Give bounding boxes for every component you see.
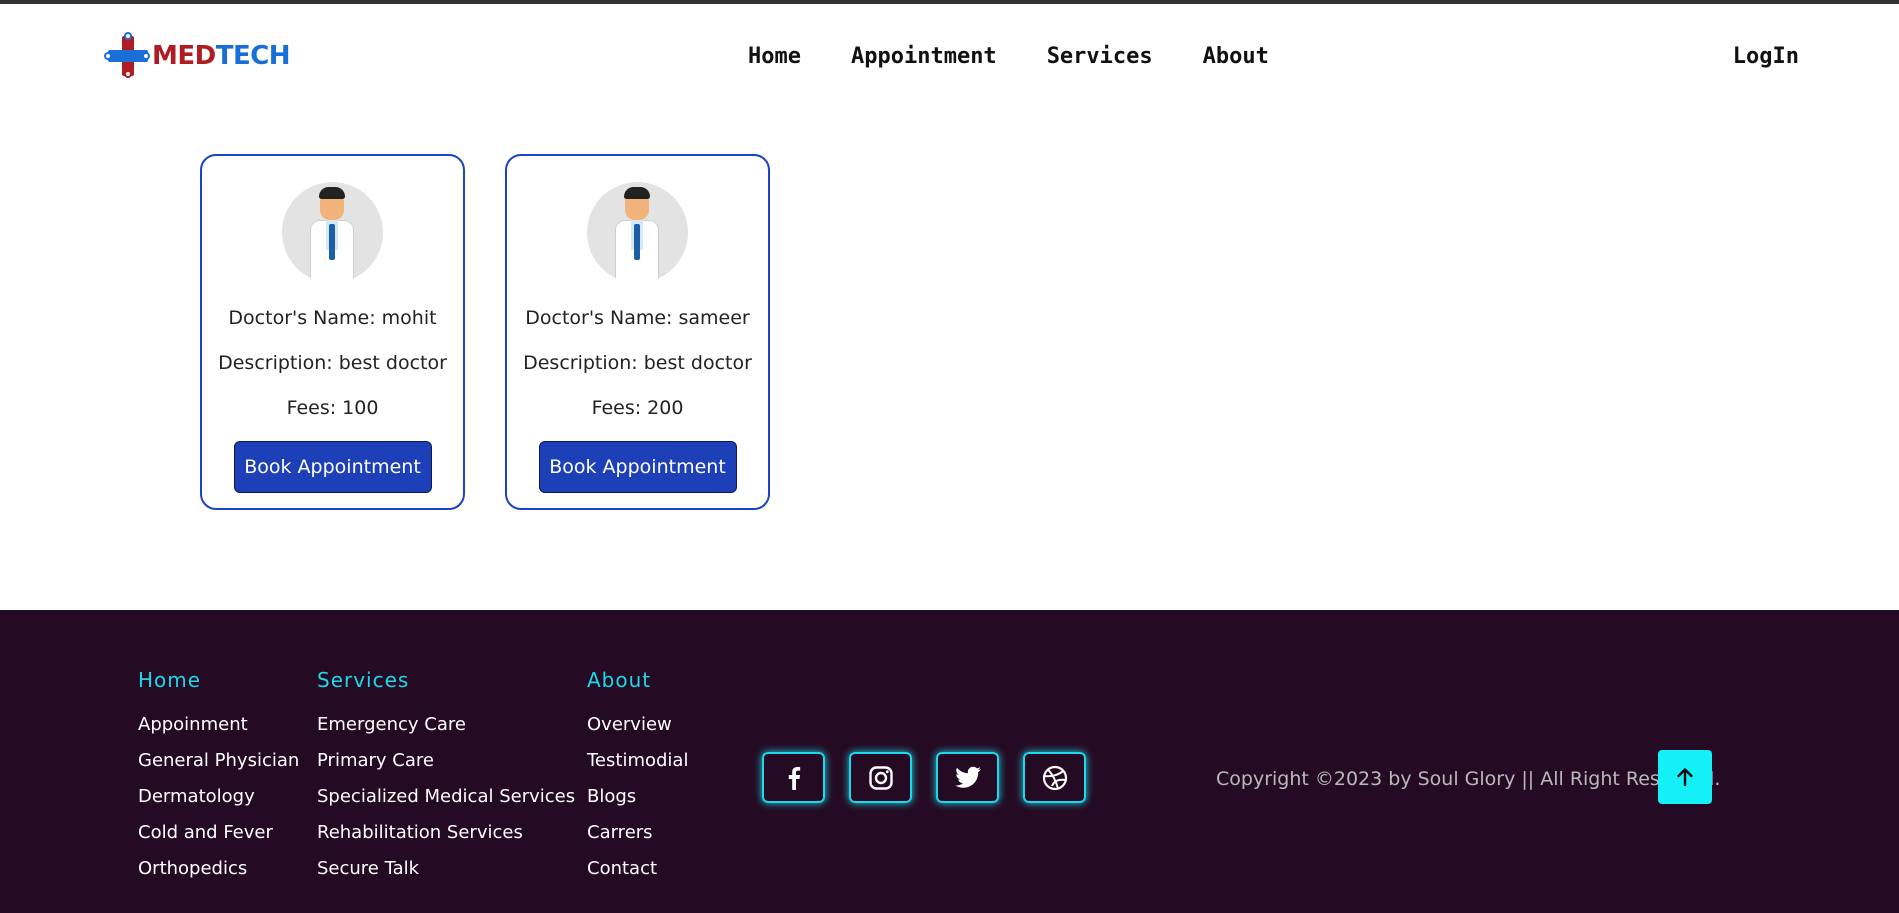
nav-appointment[interactable]: Appointment — [851, 44, 997, 69]
footer-link[interactable]: Appoinment — [138, 714, 299, 750]
doctor-fees: Fees: 100 — [286, 397, 379, 419]
doctor-name: Doctor's Name: sameer — [525, 307, 750, 329]
footer-link[interactable]: General Physician — [138, 750, 299, 786]
doctor-card: Doctor's Name: sameer Description: best … — [505, 154, 770, 510]
footer-link[interactable]: Cold and Fever — [138, 822, 299, 858]
instagram-icon — [868, 765, 893, 790]
doctor-card: Doctor's Name: mohit Description: best d… — [200, 154, 465, 510]
footer-link[interactable]: Emergency Care — [317, 714, 575, 750]
nav-services[interactable]: Services — [1047, 44, 1153, 69]
footer-link[interactable]: Primary Care — [317, 750, 575, 786]
doctor-avatar — [587, 182, 688, 283]
dribbble-icon — [1042, 765, 1067, 790]
medical-cross-icon — [104, 32, 150, 78]
footer-link[interactable]: Testimodial — [587, 750, 688, 786]
footer: Home Appoinment General Physician Dermat… — [0, 610, 1899, 913]
book-appointment-button[interactable]: Book Appointment — [538, 441, 737, 493]
logo-text: MEDTECH — [152, 41, 291, 71]
facebook-icon — [788, 766, 800, 790]
doctor-fees: Fees: 200 — [591, 397, 684, 419]
footer-link[interactable]: Carrers — [587, 822, 688, 858]
footer-link[interactable]: Rehabilitation Services — [317, 822, 575, 858]
nav-about[interactable]: About — [1203, 44, 1269, 69]
copyright-text: Copyright ©2023 by Soul Glory || All Rig… — [1216, 768, 1721, 790]
facebook-button[interactable] — [762, 752, 825, 803]
footer-link[interactable]: Overview — [587, 714, 688, 750]
social-links — [762, 752, 1086, 803]
medtech-logo[interactable]: MEDTECH — [104, 32, 291, 78]
dribbble-button[interactable] — [1023, 752, 1086, 803]
footer-heading-home[interactable]: Home — [138, 668, 299, 692]
footer-heading-services[interactable]: Services — [317, 668, 575, 692]
instagram-button[interactable] — [849, 752, 912, 803]
scroll-to-top-button[interactable] — [1658, 750, 1712, 804]
footer-link[interactable]: Orthopedics — [138, 858, 299, 894]
doctor-name: Doctor's Name: mohit — [228, 307, 437, 329]
footer-heading-about[interactable]: About — [587, 668, 688, 692]
footer-column-services: Services Emergency Care Primary Care Spe… — [317, 668, 575, 894]
main-nav: Home Appointment Services About — [748, 44, 1319, 69]
footer-link[interactable]: Specialized Medical Services — [317, 786, 575, 822]
arrow-up-icon — [1677, 768, 1693, 787]
doctor-list: Doctor's Name: mohit Description: best d… — [200, 154, 770, 510]
footer-link[interactable]: Contact — [587, 858, 688, 894]
book-appointment-button[interactable]: Book Appointment — [233, 441, 432, 493]
footer-column-home: Home Appoinment General Physician Dermat… — [138, 668, 299, 894]
footer-column-about: About Overview Testimodial Blogs Carrers… — [587, 668, 688, 894]
twitter-button[interactable] — [936, 752, 999, 803]
twitter-icon — [954, 766, 981, 788]
footer-link[interactable]: Secure Talk — [317, 858, 575, 894]
doctor-description: Description: best doctor — [218, 352, 447, 374]
doctor-description: Description: best doctor — [523, 352, 752, 374]
login-link[interactable]: LogIn — [1733, 44, 1799, 69]
nav-home[interactable]: Home — [748, 44, 801, 69]
footer-link[interactable]: Dermatology — [138, 786, 299, 822]
footer-link[interactable]: Blogs — [587, 786, 688, 822]
navbar: MEDTECH Home Appointment Services About … — [0, 4, 1899, 106]
doctor-avatar — [282, 182, 383, 283]
